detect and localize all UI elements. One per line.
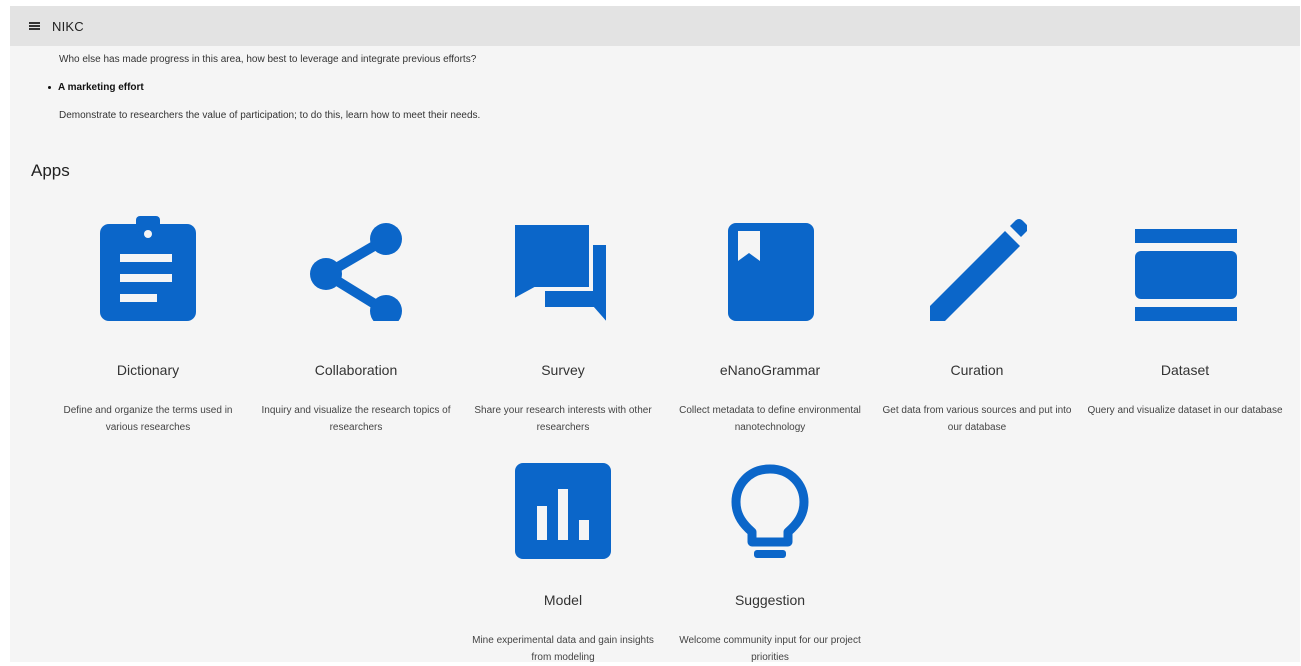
clipboard-icon[interactable] — [98, 211, 198, 321]
page-frame: NIKC Who else has made progress in this … — [10, 6, 1300, 663]
pencil-icon[interactable] — [927, 211, 1028, 321]
share-icon[interactable] — [306, 211, 406, 327]
bullet-text: A marketing effort — [58, 82, 144, 93]
app-name[interactable]: Survey — [463, 362, 663, 378]
app-name[interactable]: Dictionary — [48, 362, 248, 378]
app-description: Define and organize the terms used in va… — [63, 405, 233, 433]
intro-text-1: Who else has made progress in this area,… — [59, 54, 477, 65]
app-name[interactable]: Suggestion — [670, 592, 870, 608]
dataset-icon[interactable] — [1135, 211, 1237, 321]
lightbulb-icon[interactable] — [720, 456, 820, 561]
app-title[interactable]: NIKC — [52, 19, 84, 34]
app-name[interactable]: Dataset — [1085, 362, 1285, 378]
hamburger-menu-icon[interactable] — [29, 22, 40, 30]
app-description: Query and visualize dataset in our datab… — [1087, 405, 1283, 416]
app-description: Welcome community input for our project … — [679, 635, 861, 663]
app-name[interactable]: Curation — [877, 362, 1077, 378]
apps-section-title: Apps — [31, 161, 70, 180]
app-name[interactable]: Collaboration — [256, 362, 456, 378]
app-description: Share your research interests with other… — [474, 405, 652, 433]
bar-chart-icon[interactable] — [513, 456, 613, 561]
app-description: Get data from various sources and put in… — [882, 405, 1072, 433]
intro-text-2: Demonstrate to researchers the value of … — [59, 110, 481, 121]
app-description: Collect metadata to define environmental… — [679, 405, 861, 433]
bullet-dot — [48, 86, 51, 89]
app-description: Inquiry and visualize the research topic… — [261, 405, 451, 433]
app-description: Mine experimental data and gain insights… — [472, 635, 654, 663]
top-app-bar: NIKC — [10, 6, 1300, 46]
bullet-item: A marketing effort — [48, 82, 144, 93]
book-icon[interactable] — [720, 211, 820, 321]
chat-bubbles-icon[interactable] — [511, 211, 613, 332]
app-name[interactable]: eNanoGrammar — [670, 362, 870, 378]
app-name[interactable]: Model — [463, 592, 663, 608]
